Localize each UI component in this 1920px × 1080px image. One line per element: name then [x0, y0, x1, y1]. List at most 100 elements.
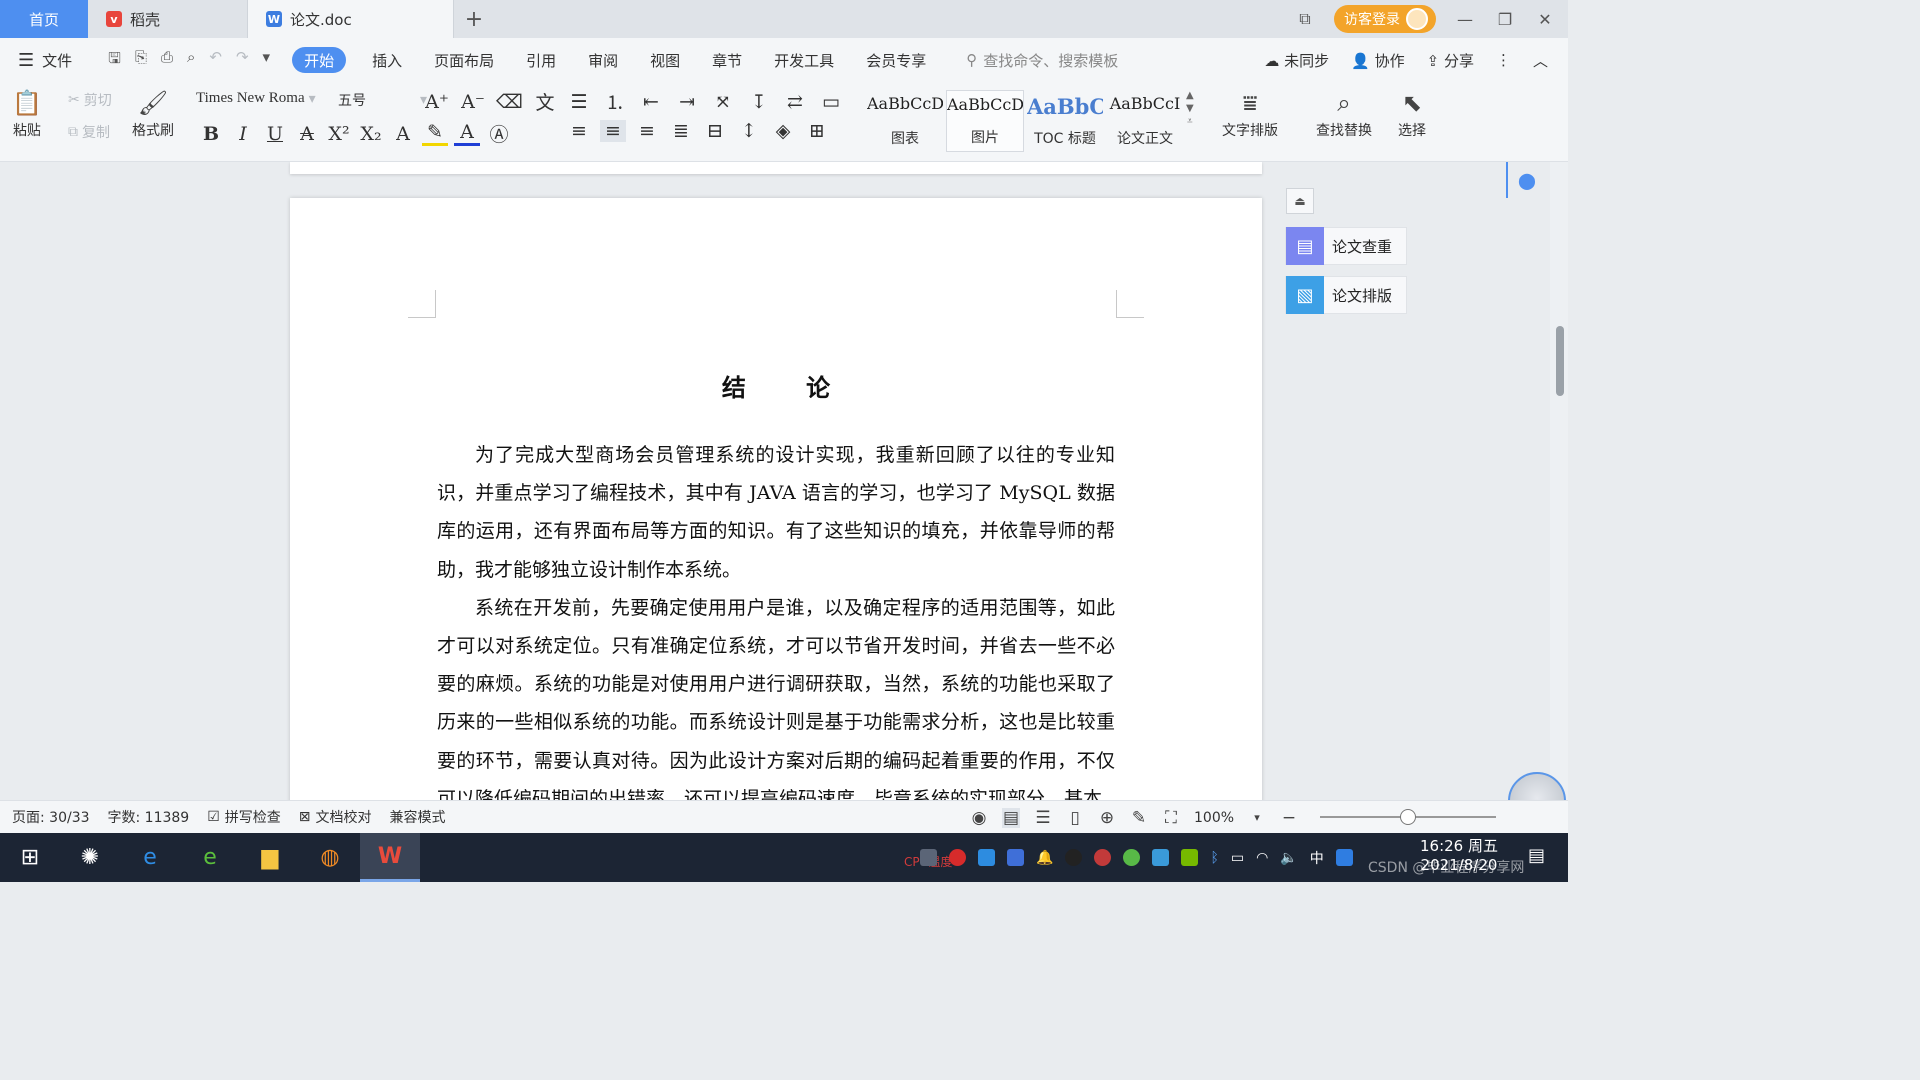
bullet-list-icon[interactable]: ☰: [566, 91, 592, 113]
zoom-slider-handle[interactable]: [1400, 809, 1416, 825]
print-preview-icon[interactable]: ⌕: [187, 48, 195, 73]
grow-font-icon[interactable]: A⁺: [424, 91, 450, 113]
tab-document[interactable]: W 论文.doc: [248, 0, 454, 38]
font-size-select[interactable]: 五号 ▾: [338, 90, 427, 110]
outline-view-icon[interactable]: ☰: [1034, 808, 1052, 828]
copy-button[interactable]: ⧉ 复制: [68, 122, 110, 142]
nvidia-tray-icon[interactable]: [1181, 849, 1199, 866]
format-painter-button[interactable]: 🖌 格式刷: [132, 86, 174, 140]
align-right-icon[interactable]: ≡: [634, 120, 660, 142]
plus-app-tray-icon[interactable]: [1123, 849, 1141, 866]
highlight-icon[interactable]: ✎: [422, 121, 448, 146]
italic-icon[interactable]: I: [230, 123, 256, 145]
file-menu[interactable]: ☰ 文件: [0, 50, 72, 71]
browser-icon[interactable]: e: [180, 833, 240, 882]
subscript-icon[interactable]: X₂: [358, 123, 384, 145]
shield-icon[interactable]: [1007, 849, 1024, 866]
styles-scroll[interactable]: ▲ ▼ ⩡: [1186, 90, 1194, 127]
bluetooth-icon[interactable]: ᛒ: [1210, 850, 1218, 866]
notification-center-icon[interactable]: ▤: [1528, 845, 1545, 866]
tab-daoke[interactable]: v 稻壳: [88, 0, 248, 38]
zoom-out-icon[interactable]: −: [1280, 808, 1298, 828]
share-button[interactable]: ⇪ 分享: [1427, 50, 1474, 71]
text-direction-icon[interactable]: ⇄: [782, 91, 808, 113]
menu-tab-chapter[interactable]: 章节: [696, 47, 758, 73]
write-mode-icon[interactable]: ✎: [1130, 808, 1148, 828]
menu-tab-member[interactable]: 会员专享: [850, 47, 942, 73]
menu-tab-review[interactable]: 审阅: [572, 47, 634, 73]
cut-button[interactable]: ✂ 剪切: [68, 90, 112, 110]
redo-icon[interactable]: ↷: [236, 48, 249, 73]
windows-start-icon[interactable]: ⊞: [0, 833, 60, 882]
web-view-icon[interactable]: ⊕: [1098, 808, 1116, 828]
pinwheel-app-icon[interactable]: ✺: [60, 833, 120, 882]
menu-tab-start[interactable]: 开始: [292, 47, 347, 73]
ime-indicator[interactable]: 中: [1310, 848, 1324, 868]
reading-view-icon[interactable]: ▯: [1066, 808, 1084, 828]
guest-login-button[interactable]: 访客登录: [1334, 5, 1436, 33]
save-icon[interactable]: 🖫: [108, 48, 121, 73]
battery-icon[interactable]: ▭: [1231, 850, 1244, 866]
align-left-icon[interactable]: ≡: [566, 120, 592, 142]
text-layout-button[interactable]: ⩸ 文字排版: [1222, 86, 1278, 140]
chinese-layout-icon[interactable]: ⤧: [710, 91, 736, 113]
wifi-icon[interactable]: ◠: [1256, 850, 1268, 866]
page-view-icon[interactable]: ▤: [1002, 807, 1020, 828]
bold-icon[interactable]: B: [198, 123, 224, 145]
collaborate-button[interactable]: 👤 协作: [1351, 50, 1404, 71]
distribute-icon[interactable]: ⊟: [702, 120, 728, 142]
char-border-icon[interactable]: Ⓐ: [486, 120, 512, 147]
vertical-scrollbar[interactable]: [1550, 162, 1568, 800]
borders-icon[interactable]: ⊞: [804, 120, 830, 142]
line-spacing-icon[interactable]: ↕: [736, 120, 762, 142]
style-image[interactable]: AaBbCcDd 图片: [946, 90, 1024, 152]
font-color-icon[interactable]: A: [454, 121, 480, 146]
shrink-font-icon[interactable]: A⁻: [460, 91, 486, 113]
zoom-level[interactable]: 100%: [1194, 810, 1234, 826]
location-pin-icon[interactable]: ⬤: [1506, 162, 1546, 198]
app-tray-icon[interactable]: [949, 849, 966, 866]
media-app-icon[interactable]: ◍: [300, 833, 360, 882]
justify-icon[interactable]: ≣: [668, 120, 694, 142]
command-search[interactable]: ⚲ 查找命令、搜索模板: [966, 50, 1118, 71]
qq-tray-icon[interactable]: [1065, 849, 1083, 866]
doc-proofread-button[interactable]: ⊠ 文档校对: [299, 807, 372, 827]
file-explorer-icon[interactable]: ▆: [240, 833, 300, 882]
qq-tray-icon-2[interactable]: [1094, 849, 1112, 866]
sync-status[interactable]: ☁ 未同步: [1264, 50, 1329, 71]
select-button[interactable]: ⬉ 选择: [1398, 86, 1426, 140]
export-icon[interactable]: ⎘: [135, 48, 147, 73]
customize-dropdown-icon[interactable]: ▾: [263, 48, 271, 73]
more-options-icon[interactable]: ⋮: [1496, 51, 1511, 69]
layout-toggle-icon[interactable]: ⧉: [1294, 9, 1316, 29]
restore-button[interactable]: ❐: [1494, 10, 1516, 29]
word-count[interactable]: 字数: 11389: [108, 807, 190, 827]
find-replace-button[interactable]: ⌕ 查找替换: [1316, 86, 1372, 140]
undo-icon[interactable]: ↶: [209, 48, 222, 73]
strikethrough-icon[interactable]: A: [294, 123, 320, 145]
wps-taskbar-icon[interactable]: W: [360, 833, 420, 882]
clear-format-icon[interactable]: ⌫: [496, 91, 523, 113]
spell-check-toggle[interactable]: ☑ 拼写检查: [207, 807, 281, 827]
menu-tab-view[interactable]: 视图: [634, 47, 696, 73]
style-chart[interactable]: AaBbCcDd 图表: [866, 90, 944, 152]
ruler-icon[interactable]: ▭: [818, 91, 844, 113]
shading-icon[interactable]: ◈: [770, 120, 796, 142]
sort-icon[interactable]: ↧: [746, 91, 772, 113]
tab-home[interactable]: 首页: [0, 0, 88, 38]
minimize-button[interactable]: —: [1454, 10, 1476, 29]
menu-tab-references[interactable]: 引用: [510, 47, 572, 73]
paste-button[interactable]: 📋 粘贴: [12, 86, 42, 140]
text-effect-icon[interactable]: A: [390, 123, 416, 145]
close-button[interactable]: ✕: [1534, 10, 1556, 29]
bell-icon[interactable]: 🔔: [1036, 850, 1053, 866]
page-indicator[interactable]: 页面: 30/33: [12, 807, 90, 827]
monitor-tray-icon[interactable]: [920, 849, 937, 866]
increase-indent-icon[interactable]: ⇥: [674, 91, 700, 113]
document-body[interactable]: 为了完成大型商场会员管理系统的设计实现，我重新回顾了以往的专业知识，并重点学习了…: [437, 436, 1115, 800]
zoom-dropdown-icon[interactable]: ▾: [1248, 811, 1266, 824]
cloud-tray-icon[interactable]: [1152, 849, 1170, 866]
menu-tab-page-layout[interactable]: 页面布局: [418, 47, 510, 73]
new-tab-button[interactable]: +: [454, 0, 494, 38]
align-center-icon[interactable]: ≡: [600, 120, 626, 142]
